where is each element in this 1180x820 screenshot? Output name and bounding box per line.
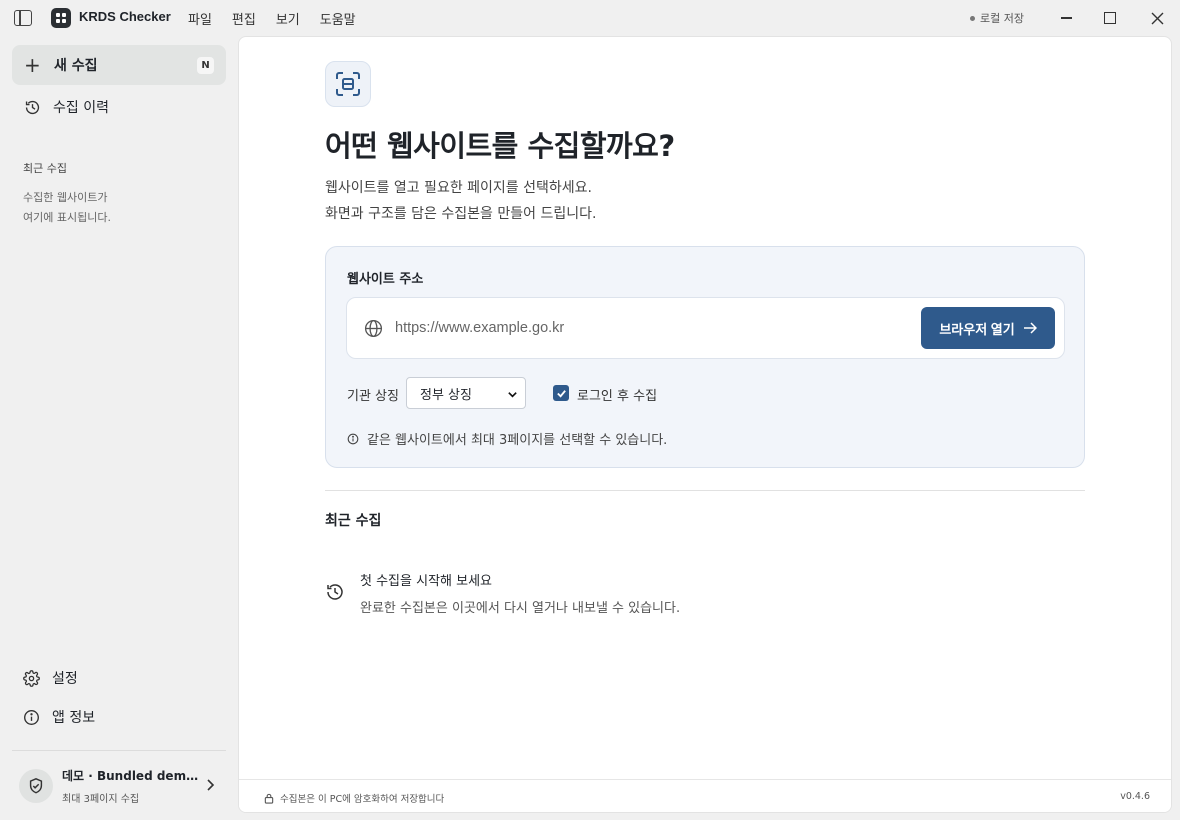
page-title: 어떤 웹사이트를 수집할까요? bbox=[325, 129, 675, 163]
version-label: v0.4.6 bbox=[1120, 791, 1150, 802]
app-name: KRDS Checker bbox=[79, 9, 171, 24]
history-icon bbox=[327, 584, 343, 600]
menu-view[interactable]: 보기 bbox=[276, 9, 300, 28]
emblem-selected-value: 정부 상징 bbox=[420, 387, 472, 403]
recent-empty-text: 수집한 웹사이트가 여기에 표시됩니다. bbox=[23, 188, 203, 228]
profile-sub: 최대 3페이지 수집 bbox=[62, 794, 140, 805]
save-status-label: 로컬 저장 bbox=[980, 12, 1024, 25]
app-logo-icon bbox=[51, 8, 71, 28]
capture-form-card: 웹사이트 주소 브라우저 열기 기관 상징 정부 상징 로그인 후 수집 같은 … bbox=[325, 246, 1085, 468]
sidebar-item-settings[interactable]: 설정 bbox=[23, 668, 78, 688]
close-button[interactable] bbox=[1147, 8, 1167, 28]
url-input[interactable] bbox=[395, 316, 895, 340]
arrow-right-icon bbox=[1023, 322, 1037, 334]
sidebar-item-about[interactable]: 앱 정보 bbox=[23, 707, 95, 727]
close-icon bbox=[1151, 12, 1163, 24]
about-label: 앱 정보 bbox=[52, 710, 96, 726]
info-icon bbox=[24, 709, 39, 725]
plus-icon: + bbox=[24, 53, 41, 77]
sidebar-item-history[interactable]: 수집 이력 bbox=[12, 88, 226, 126]
open-browser-button[interactable]: 브라우저 열기 bbox=[921, 307, 1055, 349]
history-icon bbox=[25, 100, 40, 114]
secure-note: 수집본은 이 PC에 암호화하여 저장합니다 bbox=[264, 791, 444, 805]
login-checkbox[interactable] bbox=[553, 385, 569, 401]
profile-card[interactable]: 데모 · Bundled demo · release 최대 3페이지 수집 bbox=[12, 761, 226, 811]
minimize-button[interactable] bbox=[1056, 8, 1076, 28]
menu-help[interactable]: 도움말 bbox=[320, 9, 356, 28]
check-icon bbox=[556, 389, 566, 398]
new-capture-label: 새 수집 bbox=[54, 58, 98, 74]
empty-state-title: 첫 수집을 시작해 보세요 bbox=[360, 574, 492, 589]
scan-icon bbox=[325, 61, 371, 107]
status-footer: 수집본은 이 PC에 암호화하여 저장합니다 v0.4.6 bbox=[239, 779, 1171, 812]
shield-check-icon bbox=[29, 778, 43, 794]
sidebar-item-new-capture[interactable]: + 새 수집 N bbox=[12, 45, 226, 85]
menu-edit[interactable]: 편집 bbox=[232, 9, 256, 28]
title-bar: KRDS Checker 파일 편집 보기 도움말 로컬 저장 bbox=[0, 0, 1180, 36]
history-label: 수집 이력 bbox=[53, 100, 109, 116]
maximize-button[interactable] bbox=[1100, 8, 1120, 28]
status-dot-icon bbox=[970, 15, 975, 21]
info-note: 같은 웹사이트에서 최대 3페이지를 선택할 수 있습니다. bbox=[347, 429, 667, 448]
chevron-down-icon bbox=[508, 392, 517, 398]
sidebar-toggle-icon[interactable] bbox=[14, 10, 32, 26]
info-icon bbox=[347, 433, 359, 444]
menu-file[interactable]: 파일 bbox=[188, 9, 212, 28]
globe-icon bbox=[364, 319, 383, 338]
recent-captures-heading: 최근 수집 bbox=[325, 513, 382, 529]
menu-bar: 파일 편집 보기 도움말 bbox=[188, 9, 356, 28]
sidebar: + 새 수집 N 수집 이력 최근 수집 수집한 웹사이트가 여기에 표시됩니다… bbox=[0, 36, 238, 820]
save-status: 로컬 저장 bbox=[970, 10, 1024, 26]
profile-name: 데모 · Bundled demo · release bbox=[62, 769, 200, 783]
settings-label: 설정 bbox=[52, 671, 78, 687]
secure-note-text: 수집본은 이 PC에 암호화하여 저장합니다 bbox=[280, 794, 445, 805]
shortcut-badge: N bbox=[197, 57, 214, 74]
sidebar-divider bbox=[12, 750, 226, 751]
emblem-select[interactable]: 정부 상징 bbox=[406, 377, 526, 409]
empty-state-subtitle: 완료한 수집본은 이곳에서 다시 열거나 내보낼 수 있습니다. bbox=[360, 601, 681, 616]
chevron-right-icon bbox=[207, 779, 215, 791]
description-line1: 웹사이트를 열고 필요한 페이지를 선택하세요. bbox=[325, 180, 592, 196]
login-checkbox-label: 로그인 후 수집 bbox=[577, 389, 658, 404]
emblem-label: 기관 상징 bbox=[347, 389, 399, 404]
open-browser-label: 브라우저 열기 bbox=[939, 321, 1015, 337]
info-note-text: 같은 웹사이트에서 최대 3페이지를 선택할 수 있습니다. bbox=[367, 433, 668, 448]
avatar bbox=[19, 769, 53, 803]
main-panel: 어떤 웹사이트를 수집할까요? 웹사이트를 열고 필요한 페이지를 선택하세요.… bbox=[238, 36, 1172, 813]
recent-section-title: 최근 수집 bbox=[23, 162, 67, 175]
gear-icon bbox=[23, 669, 40, 687]
url-field-container: 브라우저 열기 bbox=[346, 297, 1065, 359]
recent-empty-line2: 여기에 표시됩니다. bbox=[23, 211, 111, 224]
recent-empty-line1: 수집한 웹사이트가 bbox=[23, 191, 108, 204]
description-line2: 화면과 구조를 담은 수집본을 만들어 드립니다. bbox=[325, 206, 597, 222]
lock-icon bbox=[264, 793, 274, 804]
url-field-label: 웹사이트 주소 bbox=[347, 272, 424, 287]
section-divider bbox=[325, 490, 1085, 491]
